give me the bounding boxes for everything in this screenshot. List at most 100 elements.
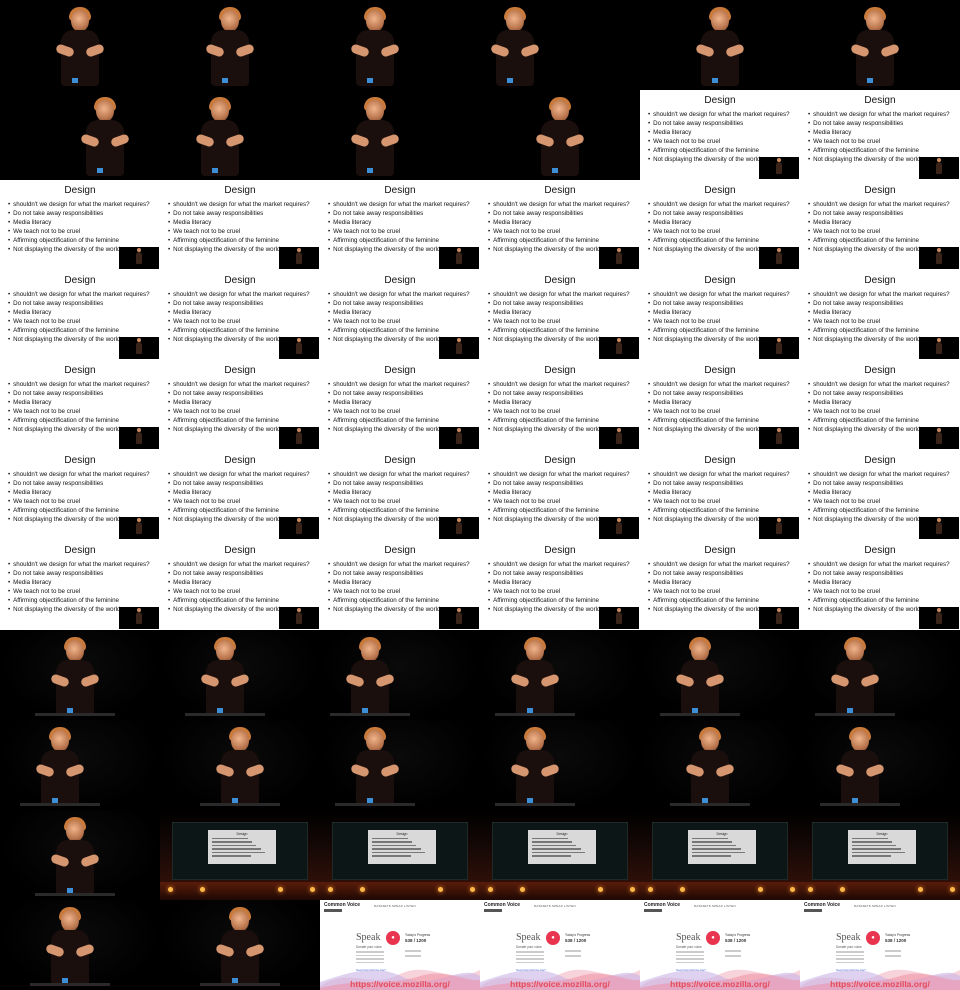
slide-bullet: We teach not to be cruel [168,317,310,326]
slide-bullet-list: shouldn't we design for what the market … [328,380,469,434]
slide-bullet: Do not take away responsibilities [488,479,630,488]
slide-bullet: shouldn't we design for what the market … [488,380,629,389]
speaker-frame [160,0,320,90]
slide-bullet: Do not take away responsibilities [168,389,310,398]
speaker-frame [480,0,640,90]
slide-bullet: Affirming objectification of the feminin… [648,596,790,605]
slide-bullet: We teach not to be cruel [808,227,950,236]
site-logo[interactable]: Common Voice [324,902,360,908]
slide-bullet: Do not take away responsibilities [808,299,950,308]
slide-bullet: Affirming objectification of the feminin… [8,596,150,605]
slide-title: Design [384,275,416,286]
slide-bullet-list: shouldn't we design for what the market … [808,110,950,164]
slide-bullet: We teach not to be cruel [168,497,310,506]
progress-title: Today's Progress [725,933,751,937]
slide-bullet: We teach not to be cruel [168,407,310,416]
speaker-frame [160,900,320,990]
slide-bullet: Media literacy [328,578,470,587]
microphone-icon[interactable]: ● [386,931,400,945]
site-logo[interactable]: Common Voice [804,902,840,908]
slide-bullet: shouldn't we design for what the market … [8,290,149,299]
slide-bullet: Media literacy [808,488,950,497]
site-nav[interactable]: DATASETS SPEAK LISTEN [374,904,416,908]
slide-bullet-list: shouldn't we design for what the market … [648,560,790,614]
slide-bullet: shouldn't we design for what the market … [168,380,309,389]
slide-bullet: Do not take away responsibilities [648,119,790,128]
speaker-frame [0,630,160,720]
site-logo[interactable]: Common Voice [644,902,680,908]
site-url-caption[interactable]: https://voice.mozilla.org/ [800,979,960,989]
slide-bullet: shouldn't we design for what the market … [328,200,469,209]
progress-title: Today's Progress [565,933,591,937]
slide-bullet: shouldn't we design for what the market … [648,110,789,119]
slide-title: Design [544,275,576,286]
logo-bar [484,909,502,912]
site-url-caption[interactable]: https://voice.mozilla.org/ [320,979,480,989]
speaker-figure [340,636,400,720]
stage-light [328,887,333,892]
site-nav[interactable]: DATASETS SPEAK LISTEN [694,904,736,908]
projected-slide: Design [368,830,436,864]
slide-bullet-list: shouldn't we design for what the market … [328,200,469,254]
slide-bullet: Do not take away responsibilities [488,389,630,398]
speaker-figure [190,96,250,180]
slide-title: Design [704,545,736,556]
slide-frame: Design shouldn't we design for what the m… [480,270,640,360]
slide-bullet-list: shouldn't we design for what the market … [488,470,630,524]
slide-bullet-list: shouldn't we design for what the market … [808,560,949,614]
speaker-inset [759,337,799,359]
slide-bullet: Media literacy [8,488,150,497]
site-logo[interactable]: Common Voice [484,902,520,908]
projected-slide: Design [848,830,916,864]
slide-frame: Design shouldn't we design for what the m… [0,270,160,360]
speaker-frame [320,630,480,720]
website-frame: Common Voice DATASETS SPEAK LISTEN Speak Do… [320,900,480,990]
slide-bullet: shouldn't we design for what the market … [648,560,789,569]
slide-bullet: Media literacy [808,308,950,317]
slide-bullet: Affirming objectification of the feminin… [168,596,310,605]
slide-bullet: Do not take away responsibilities [808,119,950,128]
slide-title: Design [384,185,416,196]
slide-bullet: Affirming objectification of the feminin… [168,416,310,425]
microphone-icon[interactable]: ● [706,931,720,945]
progress-value: 538 / 1200 [725,938,747,943]
slide-title: Design [224,545,256,556]
microphone-icon[interactable]: ● [866,931,880,945]
slide-title: Design [864,365,896,376]
slide-bullet: Affirming objectification of the feminin… [8,506,150,515]
slide-bullet-list: shouldn't we design for what the market … [648,200,790,254]
site-nav[interactable]: DATASETS SPEAK LISTEN [854,904,896,908]
slide-bullet: Media literacy [328,308,470,317]
stage-light [680,887,685,892]
speak-subheading: Donate your voice [836,945,862,949]
microphone-icon[interactable]: ● [546,931,560,945]
stage-light [840,887,845,892]
slide-bullet: Affirming objectification of the feminin… [488,506,630,515]
projected-slide: Design [528,830,596,864]
speaker-frame [480,630,640,720]
slide-bullet-list: shouldn't we design for what the market … [488,560,630,614]
stage-light [598,887,603,892]
site-url-caption[interactable]: https://voice.mozilla.org/ [480,979,640,989]
slide-bullet: shouldn't we design for what the market … [168,560,309,569]
slide-bullet: We teach not to be cruel [488,587,630,596]
stage-edge [35,713,115,716]
slide-frame: Design shouldn't we design for what the m… [480,540,640,630]
slide-bullet: We teach not to be cruel [8,497,150,506]
site-url-caption[interactable]: https://voice.mozilla.org/ [640,979,800,989]
slide-bullet: Affirming objectification of the feminin… [648,236,790,245]
slide-bullet: shouldn't we design for what the market … [808,290,949,299]
slide-title: Design [384,545,416,556]
slide-bullet: shouldn't we design for what the market … [168,290,309,299]
stage-edge [185,713,265,716]
slide-bullet: We teach not to be cruel [8,317,150,326]
progress-title: Today's Progress [405,933,431,937]
site-nav[interactable]: DATASETS SPEAK LISTEN [534,904,576,908]
speaker-frame [640,0,800,90]
slide-bullet: Affirming objectification of the feminin… [808,326,950,335]
stage-light [168,887,173,892]
slide-bullet: Media literacy [488,398,630,407]
thumbnail-grid: Design shouldn't we design for what the m… [0,0,960,990]
speaker-figure [50,6,110,90]
speaker-frame [0,0,160,90]
